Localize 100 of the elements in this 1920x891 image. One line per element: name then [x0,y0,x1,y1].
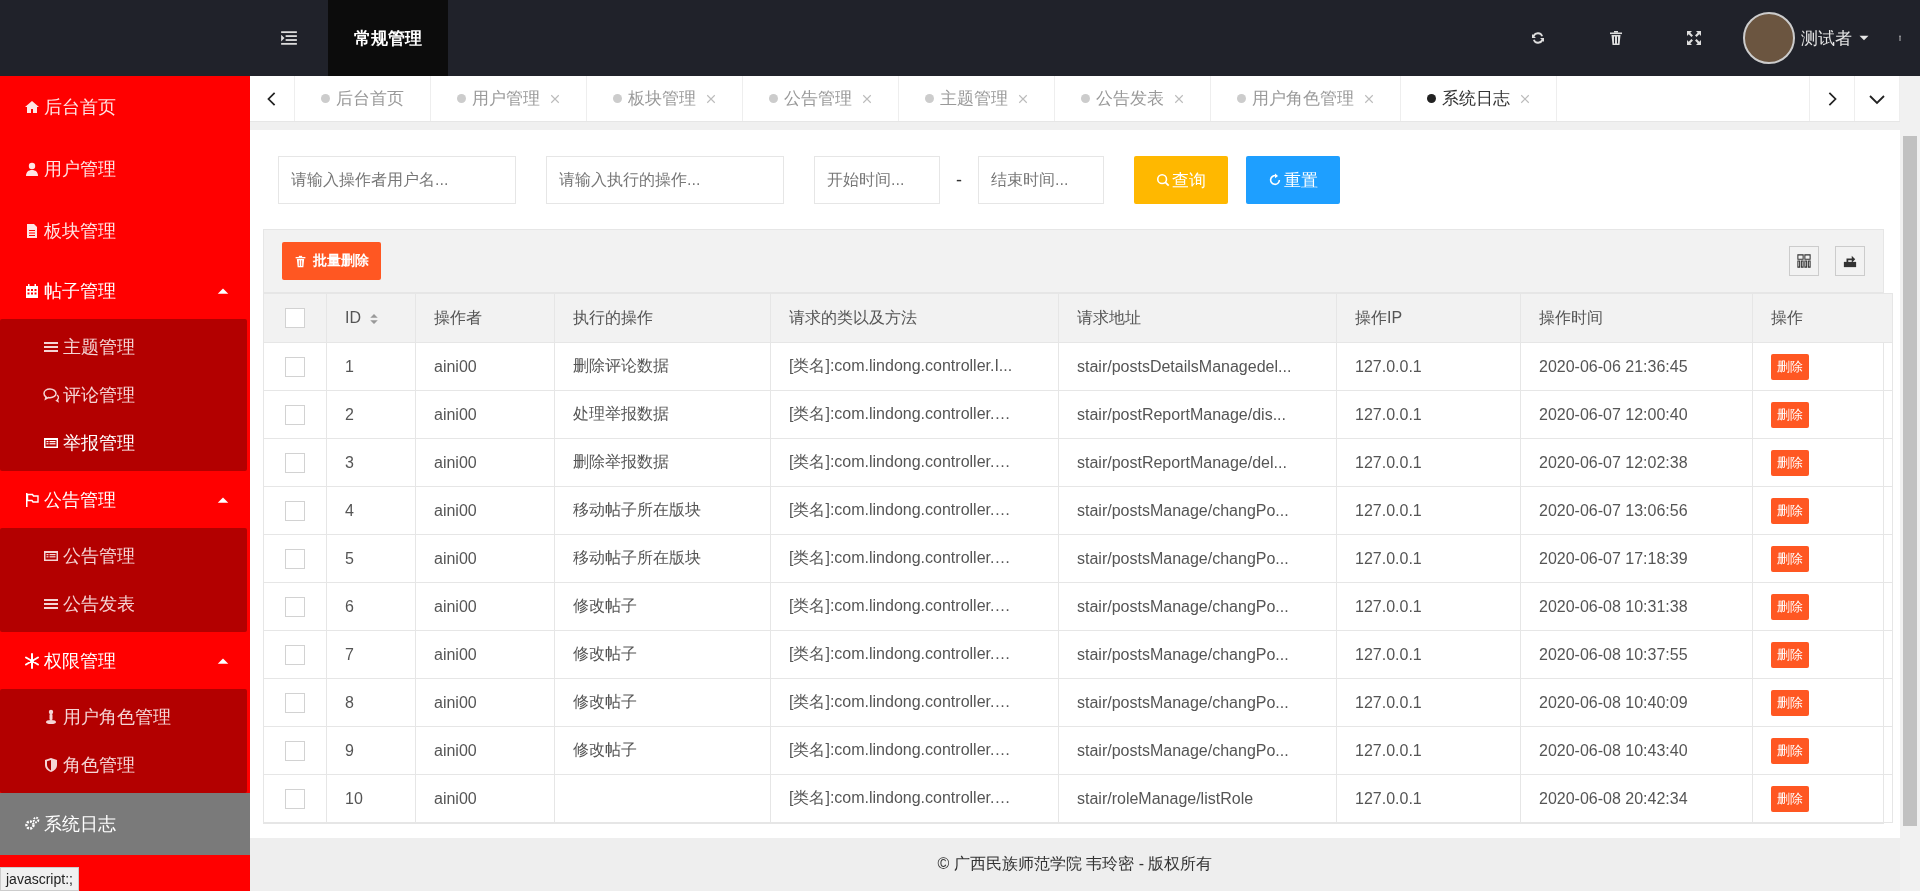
refresh-icon[interactable] [1530,30,1546,46]
close-icon[interactable] [550,93,560,104]
sidebar-subitem[interactable]: 公告发表 [0,580,247,628]
scrollbar[interactable] [1900,76,1920,891]
row-checkbox[interactable] [285,596,305,617]
row-checkbox[interactable] [285,500,305,521]
table-cell: 7 [345,645,354,663]
table-cell: stair/postsManage/changPo... [1077,645,1289,663]
close-icon[interactable] [706,93,716,104]
close-icon[interactable] [1364,93,1374,104]
table-cell: 2020-06-07 12:02:38 [1539,453,1688,471]
fullscreen-icon[interactable] [1686,30,1702,46]
dot-icon [321,94,330,103]
sidebar-item[interactable]: 帖子管理 [0,262,250,319]
sidebar-item[interactable]: 后台首页 [0,76,250,138]
sidebar-item[interactable]: 公告管理 [0,471,250,528]
username-field[interactable]: 请输入操作者用户名... [278,156,516,204]
delete-button[interactable]: 删除 [1771,785,1809,812]
row-checkbox[interactable] [285,452,305,473]
row-checkbox[interactable] [285,548,305,569]
close-icon[interactable] [1174,93,1184,104]
sidebar-item[interactable]: 用户管理 [0,138,250,200]
table-cell: 修改帖子 [573,597,637,614]
end-time-field[interactable]: 结束时间... [978,156,1104,204]
delete-button[interactable]: 删除 [1771,401,1809,428]
shield-icon [43,757,59,773]
delete-button[interactable]: 删除 [1771,449,1809,476]
table-cell: aini00 [434,453,477,471]
row-checkbox[interactable] [285,644,305,665]
nav-tab[interactable]: 常规管理 [328,0,448,76]
row-checkbox[interactable] [285,692,305,713]
range-separator: - [956,169,962,191]
table-cell: stair/postReportManage/dis... [1077,405,1286,423]
user-name[interactable]: 测试者 [1801,26,1852,50]
start-time-field[interactable]: 开始时间... [814,156,940,204]
export-button[interactable] [1835,246,1865,276]
reset-button[interactable]: 重置 [1246,156,1340,204]
table-cell: 2020-06-08 10:31:38 [1539,597,1688,615]
select-all-checkbox[interactable] [285,308,305,328]
sidebar-subitem[interactable]: 评论管理 [0,371,247,419]
table-cell: 修改帖子 [573,693,637,710]
calendar-icon [24,282,40,299]
row-checkbox[interactable] [285,788,305,809]
tab[interactable]: 系统日志 [1401,76,1557,121]
table-cell: aini00 [434,357,477,375]
tab[interactable]: 用户角色管理 [1211,76,1401,121]
trash-icon[interactable] [1608,30,1624,46]
close-icon[interactable] [862,93,872,104]
row-checkbox[interactable] [285,356,305,377]
sidebar-subitem[interactable]: 公告管理 [0,532,247,580]
columns-button[interactable] [1789,246,1819,276]
row-checkbox[interactable] [285,740,305,761]
column-header: 操作 [1771,308,1803,326]
close-icon[interactable] [1018,93,1028,104]
scroll-right-button[interactable] [1809,76,1855,121]
tab[interactable]: 用户管理 [431,76,587,121]
table-cell: stair/roleManage/listRole [1077,789,1254,807]
sidebar-subitem[interactable]: 主题管理 [0,323,247,371]
sort-icon[interactable] [369,311,379,326]
table-cell: 修改帖子 [573,645,637,662]
operation-field[interactable]: 请输入执行的操作... [546,156,784,204]
search-button[interactable]: 查询 [1134,156,1228,204]
tab[interactable]: 板块管理 [587,76,743,121]
sidebar-subitem[interactable]: 举报管理 [0,419,247,467]
delete-button[interactable]: 删除 [1771,641,1809,668]
delete-button[interactable]: 删除 [1771,737,1809,764]
column-header: 请求地址 [1077,308,1141,326]
table-cell: 6 [345,597,354,615]
delete-button[interactable]: 删除 [1771,353,1809,380]
table-cell: 10 [345,789,363,807]
column-header: 请求的类以及方法 [789,308,917,326]
table-cell: 3 [345,453,354,471]
sidebar-subitem[interactable]: 角色管理 [0,741,247,789]
delete-button[interactable]: 删除 [1771,593,1809,620]
table-cell: 127.0.0.1 [1355,741,1422,759]
delete-button[interactable]: 删除 [1771,689,1809,716]
tab[interactable]: 公告管理 [743,76,899,121]
table-cell: 2 [345,405,354,423]
tab[interactable]: 主题管理 [899,76,1055,121]
close-icon[interactable] [1520,93,1530,104]
search-icon [1156,173,1170,187]
table-cell: 2020-06-07 17:18:39 [1539,549,1688,567]
sidebar-item[interactable]: 权限管理 [0,632,250,689]
sidebar-item[interactable]: 系统日志 [0,793,250,855]
table-cell: 127.0.0.1 [1355,549,1422,567]
table-cell: [类名]:com.lindong.controller.… [789,453,1011,470]
batch-delete-button[interactable]: 批量删除 [282,242,381,280]
list-icon [43,339,59,355]
dot-icon [1427,94,1436,103]
table-cell: 127.0.0.1 [1355,597,1422,615]
sidebar-item[interactable]: 板块管理 [0,200,250,262]
avatar[interactable] [1743,12,1795,64]
tab[interactable]: 后台首页 [295,76,431,121]
tab[interactable]: 公告发表 [1055,76,1211,121]
table-cell: [类名]:com.lindong.controller.… [789,597,1011,614]
delete-button[interactable]: 删除 [1771,497,1809,524]
row-checkbox[interactable] [285,404,305,425]
export-icon [1843,254,1857,268]
delete-button[interactable]: 删除 [1771,545,1809,572]
sidebar-subitem[interactable]: 用户角色管理 [0,693,247,741]
